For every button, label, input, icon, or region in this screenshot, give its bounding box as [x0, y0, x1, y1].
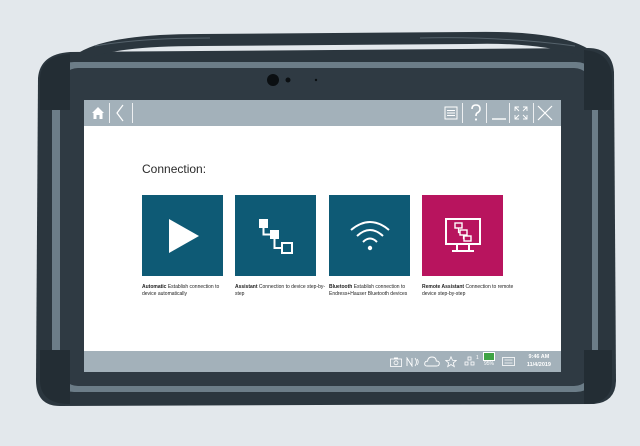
bluetooth-name: Bluetooth [329, 284, 353, 290]
assistant-name: Assistant [235, 284, 258, 290]
menu-icon [444, 106, 458, 120]
network-steps-icon [258, 218, 293, 254]
assistant-description: Assistant Connection to device step-by-s… [235, 284, 327, 298]
remote-assistant-tile[interactable] [422, 195, 503, 276]
nfc-icon [406, 356, 419, 367]
expand-button[interactable] [511, 100, 531, 126]
battery-icon [483, 352, 495, 361]
keyboard-button[interactable] [502, 354, 515, 369]
expand-icon [514, 106, 528, 120]
page-title: Connection: [142, 162, 207, 176]
automatic-name: Automatic [142, 284, 167, 290]
battery-indicator: 95% [483, 352, 495, 371]
nfc-button[interactable] [406, 354, 420, 369]
menu-button[interactable] [441, 100, 461, 126]
clock-date: 11/4/2019 [526, 362, 551, 368]
bluetooth-tile[interactable] [329, 195, 410, 276]
play-icon [168, 218, 199, 253]
camera-button[interactable] [390, 354, 402, 369]
camera-icon [390, 357, 402, 367]
keyboard-icon [502, 357, 515, 366]
network-count: 1 [476, 355, 479, 361]
automatic-tile[interactable] [142, 195, 223, 276]
title-bar [84, 100, 561, 126]
bluetooth-description: Bluetooth Establish connection to Endres… [329, 284, 421, 298]
minimize-icon [492, 118, 506, 120]
remote-assistant-name: Remote Assistant [422, 284, 465, 290]
home-button[interactable] [87, 100, 109, 126]
front-camera [267, 74, 279, 86]
cloud-icon [424, 356, 440, 367]
tablet-screen: Connection: Automatic Establish connecti… [84, 100, 561, 372]
home-icon [92, 107, 104, 119]
taskbar: 1 95% 9:46 AM 11/4/2019 [84, 351, 561, 372]
wifi-icon [349, 220, 390, 250]
battery-label: 95% [483, 361, 494, 367]
network-button[interactable]: 1 [464, 354, 479, 369]
close-button[interactable] [535, 100, 555, 126]
back-button[interactable] [111, 100, 129, 126]
assistant-tile[interactable] [235, 195, 316, 276]
close-icon [537, 105, 553, 121]
remote-assistant-description: Remote Assistant Connection to remote de… [422, 284, 514, 298]
system-clock[interactable]: 9:46 AM 11/4/2019 [527, 353, 551, 369]
chevron-left-icon [116, 104, 124, 122]
network-icon [464, 356, 475, 365]
remote-monitor-icon [444, 217, 481, 252]
clock-time: 9:46 AM [528, 354, 550, 360]
minimize-button[interactable] [489, 100, 509, 126]
star-icon [445, 355, 457, 367]
cloud-button[interactable] [424, 354, 440, 369]
help-button[interactable] [466, 100, 486, 126]
star-button[interactable] [445, 354, 457, 369]
automatic-description: Automatic Establish connection to device… [142, 284, 234, 298]
help-icon [471, 104, 481, 121]
